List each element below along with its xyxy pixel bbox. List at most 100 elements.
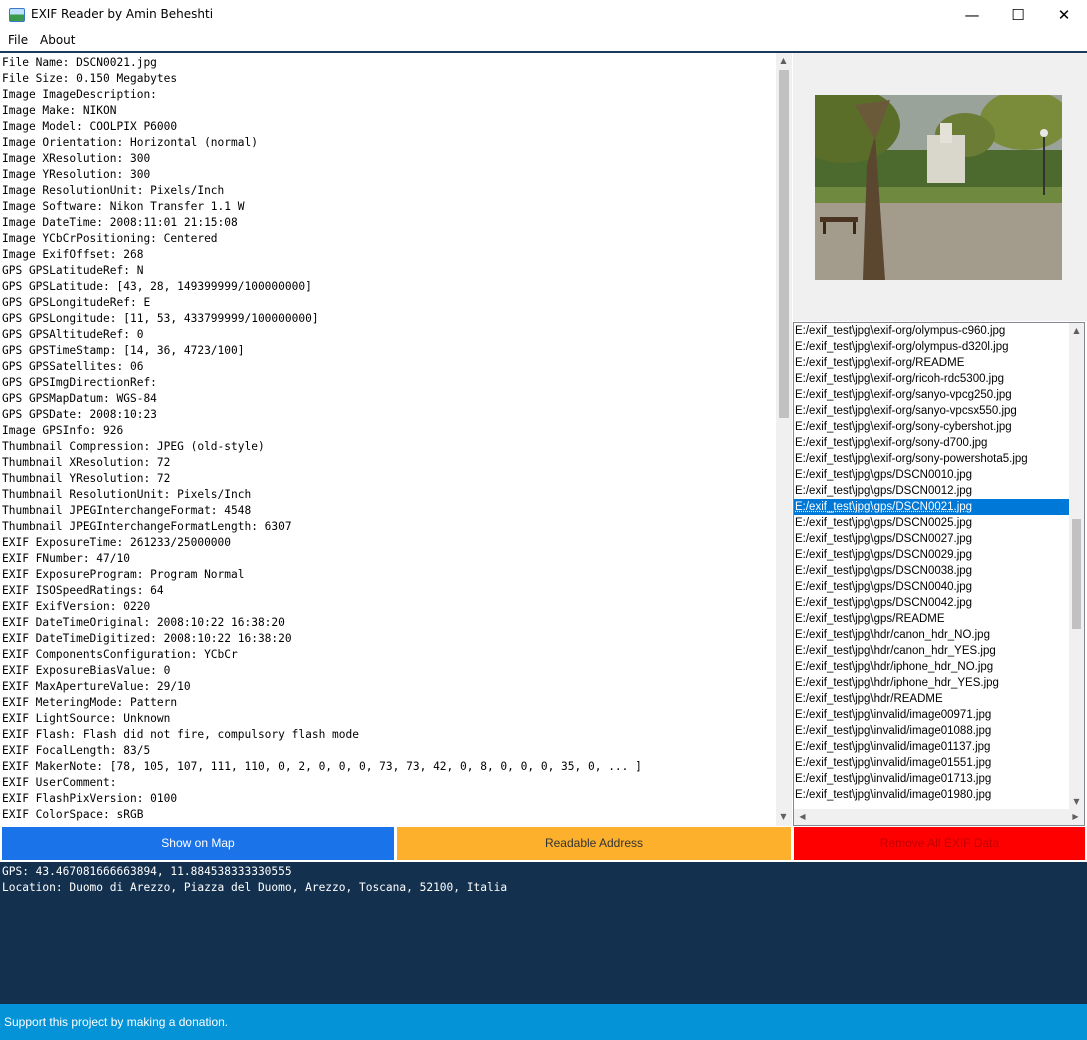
file-list-item[interactable]: E:/exif_test\jpg\gps/DSCN0040.jpg (794, 579, 1084, 595)
exif-line: EXIF ColorSpace: sRGB (2, 808, 144, 821)
maximize-button[interactable]: ☐ (995, 0, 1041, 30)
exif-scroll-thumb[interactable] (779, 70, 789, 418)
exif-line: GPS GPSLatitude: [43, 28, 149399999/1000… (2, 280, 312, 293)
readable-address-button[interactable]: Readable Address (397, 827, 791, 860)
remove-exif-button[interactable]: Remove All EXIF Data (794, 827, 1085, 860)
file-list-item[interactable]: E:/exif_test\jpg\exif-org/sony-d700.jpg (794, 435, 1084, 451)
filelist-scroll-thumb[interactable] (1072, 519, 1081, 629)
file-list-item[interactable]: E:/exif_test\jpg\invalid/image00971.jpg (794, 707, 1084, 723)
up-arrow-icon[interactable]: ▲ (1069, 323, 1084, 338)
image-preview-panel (793, 53, 1087, 321)
file-list-item[interactable]: E:/exif_test\jpg\exif-org/ricoh-rdc5300.… (794, 371, 1084, 387)
exif-line: EXIF ExposureProgram: Program Normal (2, 568, 245, 581)
file-list[interactable]: E:/exif_test\jpg\exif-org/olympus-c960.j… (793, 322, 1085, 826)
exif-line: EXIF DateTimeDigitized: 2008:10:22 16:38… (2, 632, 292, 645)
exif-text-area[interactable]: File Name: DSCN0021.jpg File Size: 0.150 … (0, 53, 792, 826)
filelist-horizontal-scrollbar[interactable]: ◀ ▶ (794, 809, 1084, 825)
file-list-item[interactable]: E:/exif_test\jpg\hdr/canon_hdr_NO.jpg (794, 627, 1084, 643)
exif-line: Image YResolution: 300 (2, 168, 151, 181)
exif-line: Thumbnail ResolutionUnit: Pixels/Inch (2, 488, 252, 501)
file-list-item[interactable]: E:/exif_test\jpg\hdr/iphone_hdr_YES.jpg (794, 675, 1084, 691)
file-list-item[interactable]: E:/exif_test\jpg\gps/DSCN0027.jpg (794, 531, 1084, 547)
exif-line: Thumbnail XResolution: 72 (2, 456, 171, 469)
exif-line: File Size: 0.150 Megabytes (2, 72, 178, 85)
file-list-item[interactable]: E:/exif_test\jpg\exif-org/olympus-c960.j… (794, 323, 1084, 339)
exif-line: EXIF MeteringMode: Pattern (2, 696, 178, 709)
exif-line: EXIF FNumber: 47/10 (2, 552, 130, 565)
file-list-item[interactable]: E:/exif_test\jpg\invalid/image01137.jpg (794, 739, 1084, 755)
file-list-item[interactable]: E:/exif_test\jpg\invalid/image01713.jpg (794, 771, 1084, 787)
exif-line: Thumbnail JPEGInterchangeFormatLength: 6… (2, 520, 292, 533)
down-arrow-icon[interactable]: ▼ (1069, 794, 1084, 809)
file-list-item[interactable]: E:/exif_test\jpg\exif-org/sony-cybershot… (794, 419, 1084, 435)
file-list-item[interactable]: E:/exif_test\jpg\gps/DSCN0029.jpg (794, 547, 1084, 563)
donation-link[interactable]: Support this project by making a donatio… (4, 1015, 228, 1029)
file-list-item[interactable]: E:/exif_test\jpg\hdr/canon_hdr_YES.jpg (794, 643, 1084, 659)
exif-line: Image Model: COOLPIX P6000 (2, 120, 178, 133)
exif-line: Thumbnail YResolution: 72 (2, 472, 171, 485)
exif-line: Image DateTime: 2008:11:01 21:15:08 (2, 216, 238, 229)
exif-line: EXIF ISOSpeedRatings: 64 (2, 584, 164, 597)
exif-line: File Name: DSCN0021.jpg (2, 56, 157, 69)
exif-line: EXIF FlashPixVersion: 0100 (2, 792, 178, 805)
exif-line: GPS GPSLatitudeRef: N (2, 264, 144, 277)
exif-line: EXIF ExposureTime: 261233/25000000 (2, 536, 232, 549)
exif-vertical-scrollbar[interactable]: ▲ ▼ (776, 53, 792, 826)
file-list-item[interactable]: E:/exif_test\jpg\exif-org/olympus-d320l.… (794, 339, 1084, 355)
exif-line: GPS GPSSatellites: 06 (2, 360, 144, 373)
right-arrow-icon[interactable]: ▶ (1068, 809, 1083, 824)
file-list-item[interactable]: E:/exif_test\jpg\gps/README (794, 611, 1084, 627)
file-list-item-selected[interactable]: E:/exif_test\jpg\gps/DSCN0021.jpg (794, 499, 1084, 515)
show-on-map-button[interactable]: Show on Map (2, 827, 394, 860)
exif-line: EXIF Flash: Flash did not fire, compulso… (2, 728, 359, 741)
file-list-item[interactable]: E:/exif_test\jpg\gps/DSCN0010.jpg (794, 467, 1084, 483)
file-list-item[interactable]: E:/exif_test\jpg\gps/DSCN0012.jpg (794, 483, 1084, 499)
menu-file[interactable]: File (8, 33, 28, 47)
donation-bar[interactable]: Support this project by making a donatio… (0, 1004, 1087, 1040)
menu-bar: File About (0, 30, 1087, 51)
title-bar: EXIF Reader by Amin Beheshti — ☐ ✕ (0, 0, 1087, 30)
file-rows: E:/exif_test\jpg\exif-org/olympus-c960.j… (794, 323, 1084, 803)
exif-line: EXIF FocalLength: 83/5 (2, 744, 151, 757)
filelist-vertical-scrollbar[interactable]: ▲ ▼ (1069, 323, 1084, 809)
file-list-item[interactable]: E:/exif_test\jpg\hdr/iphone_hdr_NO.jpg (794, 659, 1084, 675)
menu-about[interactable]: About (40, 33, 75, 47)
exif-line: EXIF ComponentsConfiguration: YCbCr (2, 648, 238, 661)
up-arrow-icon[interactable]: ▲ (776, 53, 791, 68)
file-list-item[interactable]: E:/exif_test\jpg\exif-org/README (794, 355, 1084, 371)
exif-line: EXIF DateTimeOriginal: 2008:10:22 16:38:… (2, 616, 285, 629)
down-arrow-icon[interactable]: ▼ (776, 809, 791, 824)
output-panel: GPS: 43.467081666663894, 11.884538333330… (0, 862, 1087, 1004)
exif-line: Image Orientation: Horizontal (normal) (2, 136, 258, 149)
exif-line: EXIF ExposureBiasValue: 0 (2, 664, 171, 677)
file-list-item[interactable]: E:/exif_test\jpg\exif-org/sanyo-vpcsx550… (794, 403, 1084, 419)
exif-line: EXIF MaxApertureValue: 29/10 (2, 680, 191, 693)
file-list-item[interactable]: E:/exif_test\jpg\invalid/image01088.jpg (794, 723, 1084, 739)
minimize-button[interactable]: — (949, 0, 995, 30)
exif-line: GPS GPSLongitude: [11, 53, 433799999/100… (2, 312, 319, 325)
file-list-item[interactable]: E:/exif_test\jpg\gps/DSCN0025.jpg (794, 515, 1084, 531)
left-arrow-icon[interactable]: ◀ (795, 809, 810, 824)
location-address: Location: Duomo di Arezzo, Piazza del Du… (2, 881, 508, 894)
photo-thumbnail (815, 95, 1062, 280)
exif-line: EXIF UserComment: (2, 776, 117, 789)
file-list-item[interactable]: E:/exif_test\jpg\invalid/image01980.jpg (794, 787, 1084, 803)
exif-line: GPS GPSTimeStamp: [14, 36, 4723/100] (2, 344, 245, 357)
exif-line: EXIF MakerNote: [78, 105, 107, 111, 110,… (2, 760, 642, 773)
exif-line: GPS GPSMapDatum: WGS-84 (2, 392, 157, 405)
file-list-item[interactable]: E:/exif_test\jpg\hdr/README (794, 691, 1084, 707)
file-list-item[interactable]: E:/exif_test\jpg\gps/DSCN0038.jpg (794, 563, 1084, 579)
exif-line: Image ResolutionUnit: Pixels/Inch (2, 184, 225, 197)
exif-line: Thumbnail Compression: JPEG (old-style) (2, 440, 265, 453)
file-list-item[interactable]: E:/exif_test\jpg\invalid/image01551.jpg (794, 755, 1084, 771)
exif-line: GPS GPSAltitudeRef: 0 (2, 328, 144, 341)
exif-lines: File Name: DSCN0021.jpg File Size: 0.150 … (2, 55, 642, 823)
file-list-item[interactable]: E:/exif_test\jpg\exif-org/sony-powershot… (794, 451, 1084, 467)
exif-line: Image YCbCrPositioning: Centered (2, 232, 218, 245)
app-image-icon (9, 8, 25, 22)
file-list-item[interactable]: E:/exif_test\jpg\exif-org/sanyo-vpcg250.… (794, 387, 1084, 403)
exif-line: GPS GPSImgDirectionRef: (2, 376, 157, 389)
file-list-item[interactable]: E:/exif_test\jpg\gps/DSCN0042.jpg (794, 595, 1084, 611)
close-button[interactable]: ✕ (1041, 0, 1087, 30)
window-title: EXIF Reader by Amin Beheshti (31, 7, 214, 21)
